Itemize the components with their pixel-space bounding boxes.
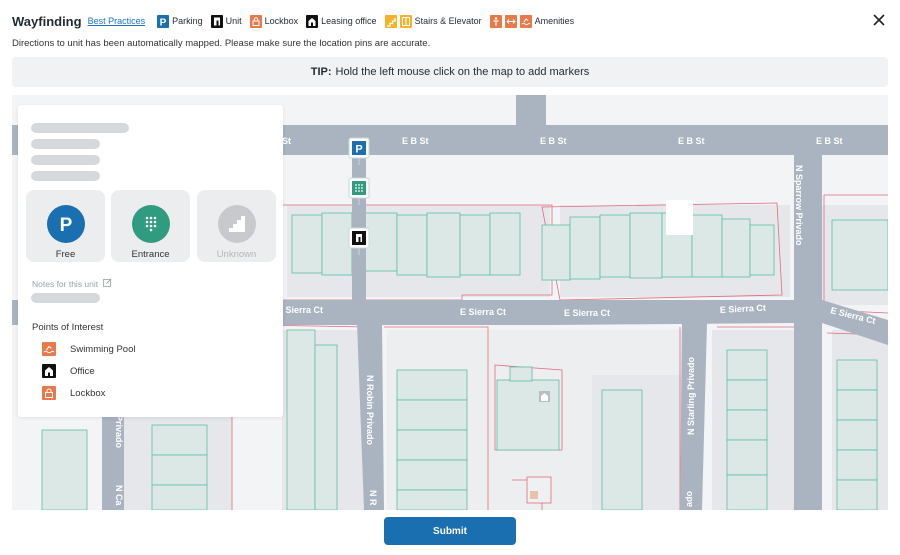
street-label: E B St (402, 136, 429, 146)
office-icon (42, 364, 56, 378)
keypad-icon (131, 205, 170, 243)
pin-label: Free (55, 249, 76, 260)
legend-label: Amenities (534, 16, 575, 26)
legend-label: Stairs & Elevator (414, 16, 482, 26)
header-bar: Wayfinding Best Practices P Parking Unit… (12, 12, 888, 30)
page-title: Wayfinding (12, 13, 82, 29)
street-label: N R (368, 490, 378, 506)
fitness-icon (489, 14, 502, 28)
skeleton-line (31, 155, 100, 165)
svg-text:P: P (160, 17, 167, 28)
svg-text:P: P (355, 144, 362, 156)
skeleton-line (31, 293, 100, 303)
notes-label-text: Notes for this unit (32, 278, 99, 289)
elevator-icon (399, 14, 412, 28)
best-practices-link[interactable]: Best Practices (88, 16, 146, 26)
legend-lockbox: Lockbox (249, 14, 299, 28)
poi-item-pool: Swimming Pool (42, 342, 135, 356)
pin-label: Entrance (131, 249, 170, 260)
stairs-icon (217, 205, 256, 243)
notes-label: Notes for this unit (32, 278, 112, 289)
legend-label: Unit (225, 16, 242, 26)
parking-icon: P (46, 205, 85, 243)
legend-amenities: Amenities (489, 14, 575, 28)
legend-stairs-elevator: Stairs & Elevator (384, 14, 482, 28)
street-label: N Robin Privado (365, 375, 375, 446)
pin-label: Unknown (216, 249, 257, 260)
legend-label: Parking (172, 16, 203, 26)
tip-text: Hold the left mouse click on the map to … (335, 66, 590, 78)
arrows-icon (504, 14, 517, 28)
poi-title: Points of Interest (32, 322, 104, 333)
street-label: E B St (540, 136, 567, 146)
svg-text:P: P (59, 215, 72, 236)
poi-item-office: Office (42, 364, 95, 378)
office-map-marker[interactable] (539, 391, 550, 402)
street-label: N Starling Privado (686, 356, 696, 435)
lockbox-icon (249, 14, 262, 28)
street-label: N Ca (114, 485, 124, 506)
legend-label: Lockbox (264, 16, 299, 26)
street-label: E B St (678, 136, 705, 146)
close-icon[interactable] (870, 11, 888, 29)
street-label: ado (684, 490, 694, 507)
street-label: E Sierra Ct (460, 307, 506, 317)
tip-bold: TIP: (310, 66, 332, 78)
stairs-icon (384, 14, 397, 28)
submit-button[interactable]: Submit (384, 517, 516, 545)
pool-icon (519, 14, 532, 28)
street-label: N Sparrow Privado (794, 165, 804, 246)
skeleton-line (31, 123, 129, 133)
poi-label: Lockbox (70, 387, 106, 399)
street-label: E Sierra Ct (277, 305, 323, 315)
poi-label: Office (70, 365, 95, 377)
pin-card-parking[interactable]: P Free (26, 190, 105, 262)
legend-label: Leasing office (321, 16, 377, 26)
office-icon (306, 14, 319, 28)
unit-icon (210, 14, 223, 28)
svg-text:St: St (282, 136, 291, 146)
pin-card-entrance[interactable]: Entrance (111, 190, 190, 262)
pool-icon (42, 342, 56, 356)
poi-item-lockbox: Lockbox (42, 386, 105, 400)
edit-icon[interactable] (103, 278, 112, 289)
tip-banner: TIP: Hold the left mouse click on the ma… (12, 57, 888, 87)
pin-card-unknown[interactable]: Unknown (197, 190, 276, 262)
skeleton-line (31, 171, 100, 181)
skeleton-line (31, 139, 100, 149)
unit-panel: P Free Entrance Unknown Notes for this u… (18, 105, 283, 417)
subtitle: Directions to unit has been automaticall… (12, 38, 431, 49)
parking-icon: P (157, 14, 170, 28)
lockbox-icon (42, 386, 56, 400)
street-label: E B St (816, 136, 843, 146)
poi-label: Swimming Pool (70, 343, 136, 355)
street-label: E Sierra Ct (564, 308, 610, 318)
legend-leasing-office: Leasing office (306, 14, 377, 28)
legend-parking: P Parking (157, 14, 203, 28)
legend-unit: Unit (210, 14, 242, 28)
